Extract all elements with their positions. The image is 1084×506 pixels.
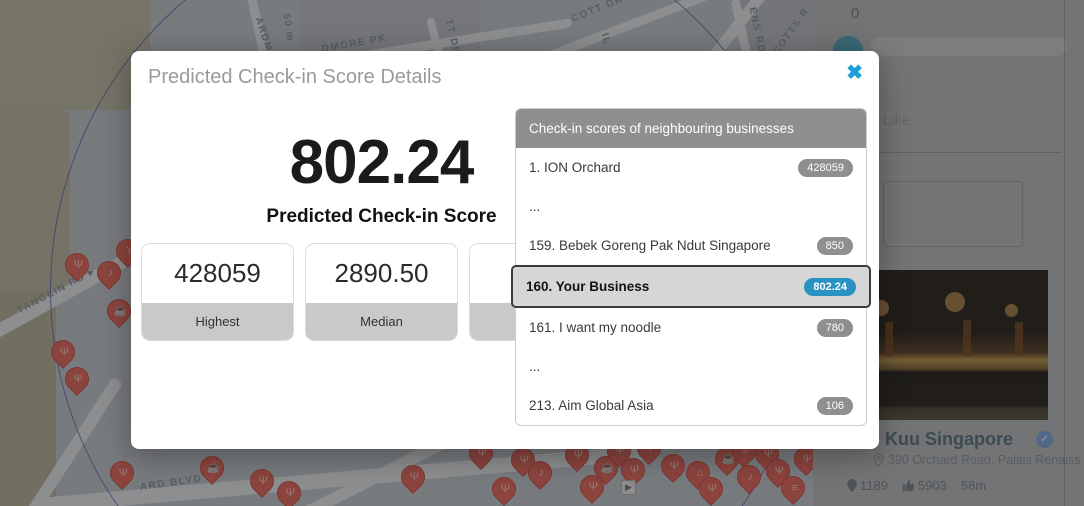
business-rank-name: 161. I want my noodle xyxy=(529,320,662,335)
stat-value: 428059 xyxy=(174,258,261,288)
business-rank-name: 159. Bebek Goreng Pak Ndut Singapore xyxy=(529,238,771,253)
close-icon[interactable]: ✖ xyxy=(842,59,867,87)
neighbour-scores-list: 1. ION Orchard 428059 ... 159. Bebek Gore… xyxy=(511,148,871,425)
stat-label: Median xyxy=(306,303,457,340)
list-item[interactable]: 1. ION Orchard 428059 xyxy=(516,148,866,187)
list-item[interactable]: 161. I want my noodle 780 xyxy=(516,308,866,347)
score-details-modal: Predicted Check-in Score Details ✖ 802.2… xyxy=(131,51,879,449)
stat-box: 2890.50 Median xyxy=(305,243,458,341)
stat-value: 2890.50 xyxy=(334,258,429,288)
list-item[interactable]: ... xyxy=(516,347,866,386)
list-item[interactable]: 213. Aim Global Asia 106 xyxy=(516,386,866,425)
score-badge: 802.24 xyxy=(804,277,856,296)
list-item[interactable]: 160. Your Business 802.24 xyxy=(511,265,871,308)
app-window: TANGLIN RD ▸TANGLINCUSCADEOMLISON RD TOM… xyxy=(0,0,1084,506)
score-badge: 106 xyxy=(816,396,853,415)
list-item[interactable]: ... xyxy=(516,187,866,226)
business-rank-name: 1. ION Orchard xyxy=(529,160,621,175)
list-item[interactable]: 159. Bebek Goreng Pak Ndut Singapore 850 xyxy=(516,226,866,265)
score-badge: 850 xyxy=(816,236,853,255)
business-rank-name: ... xyxy=(529,199,541,214)
business-rank-name: 213. Aim Global Asia xyxy=(529,398,654,413)
modal-title: Predicted Check-in Score Details xyxy=(148,66,442,88)
neighbour-scores-panel: Check-in scores of neighbouring business… xyxy=(511,108,871,426)
stat-label: Highest xyxy=(142,303,293,340)
business-rank-name: ... xyxy=(529,359,541,374)
stat-box: 428059 Highest xyxy=(141,243,294,341)
neighbour-scores-header: Check-in scores of neighbouring business… xyxy=(516,109,866,148)
business-rank-name: 160. Your Business xyxy=(526,279,650,294)
score-badge: 780 xyxy=(816,318,853,337)
score-badge: 428059 xyxy=(798,158,853,177)
